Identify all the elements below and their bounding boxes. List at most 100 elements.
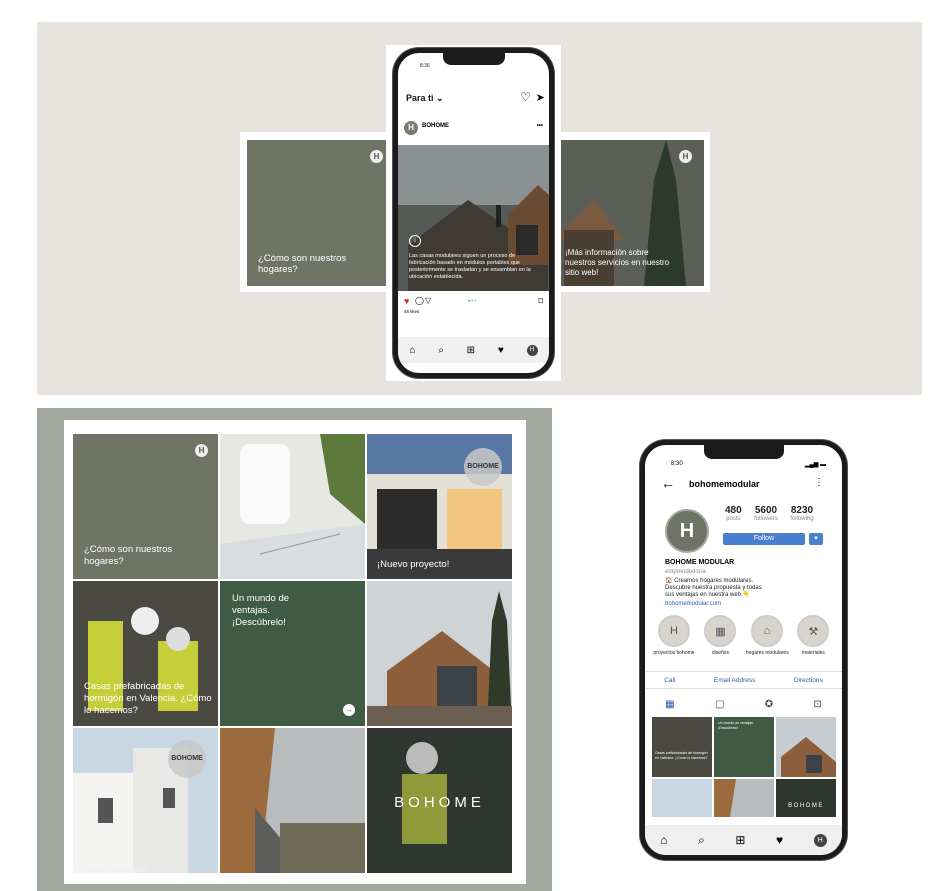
mini-tile[interactable]: Casas prefabricadas de hormigón en Valen… (652, 717, 712, 777)
status-time: 8:36 (420, 63, 430, 69)
status-time: 8:30 (671, 461, 683, 467)
add-post-icon[interactable]: ⊞ (467, 345, 475, 356)
profile-tabs: ▦ ▢ ✪ ⊡ (645, 695, 842, 713)
call-button[interactable]: Call (664, 677, 675, 684)
bottom-nav-bar: ⌂ ⌕ ⊞ ♥ H (645, 825, 842, 855)
highlight-proyectos[interactable]: Hproyectos bohome (653, 615, 695, 656)
more-options-icon[interactable]: ⋮ (814, 477, 824, 488)
bohome-badge: BOHOME (168, 740, 206, 778)
slide-left-text: ¿Cómo son nuestros hogares? (258, 253, 347, 275)
back-arrow-icon[interactable]: ← (661, 475, 675, 491)
chevron-down-icon[interactable]: ▾ (809, 533, 823, 545)
stat-following[interactable]: 8230 following (790, 505, 813, 522)
bohome-logo-icon: H (370, 150, 383, 163)
directions-button[interactable]: Directions (794, 677, 823, 684)
heart-filled-icon[interactable]: ♥ (404, 296, 409, 306)
profile-category: emprendedor/a (665, 569, 706, 575)
comment-icon[interactable]: ◯ (415, 296, 424, 305)
profile-bio: 🏠 Creamos hogares modulares. Descubre nue… (665, 578, 762, 598)
slide-center-text: Las casas modulares siguen un proceso de… (409, 253, 531, 280)
mini-tile[interactable]: BOHOME (776, 779, 836, 817)
tagged-icon[interactable]: ⊡ (813, 699, 821, 710)
download-icon[interactable]: ↓ (409, 235, 421, 247)
follow-button[interactable]: Follow (723, 533, 805, 545)
search-icon[interactable]: ⌕ (438, 345, 444, 356)
grid-tile-text: Un mundo de ventajas. ¡Descúbrelo! (232, 593, 290, 628)
activity-heart-icon[interactable]: ♥ (498, 345, 504, 356)
home-icon[interactable]: ⌂ (660, 833, 667, 847)
profile-avatar-icon[interactable]: H (526, 344, 538, 356)
add-post-icon[interactable]: ⊞ (735, 833, 745, 847)
grid-tile[interactable] (220, 434, 365, 579)
phone-feed-mockup: 8:36 Para ti ⌄ ♡ ➤ H BOHOME ••• ↓ Las ca… (393, 48, 554, 378)
highlight-disenos[interactable]: ▦ diseños (699, 615, 741, 656)
mini-tile[interactable]: Un mundo de ventajas. ¡Descúbrelo! (714, 717, 774, 777)
bottom-nav-bar: ⌂ ⌕ ⊞ ♥ H (398, 337, 549, 363)
contact-buttons: Call Email Address Directions (645, 671, 842, 689)
activity-heart-icon[interactable]: ♥ (776, 833, 783, 847)
home-icon[interactable]: ⌂ (409, 345, 415, 356)
likes-count: 46 likes (404, 309, 420, 314)
bohome-logo-icon: H (658, 615, 690, 647)
bookmark-icon[interactable]: ⌑ (538, 296, 543, 307)
grid-tile[interactable] (367, 581, 512, 726)
avatar[interactable]: H (404, 121, 418, 135)
search-icon[interactable]: ⌕ (698, 833, 705, 848)
grid-tile-text: ¿Cómo son nuestros hogares? (84, 544, 173, 567)
mini-tile[interactable] (652, 779, 712, 817)
profile-username: bohomemodular (689, 479, 760, 489)
stat-posts[interactable]: 480 posts (725, 505, 742, 522)
grid-tile[interactable]: H ¿Cómo son nuestros hogares? (73, 434, 218, 579)
feed-grid: H ¿Cómo son nuestros hogares? BOHOME ¡Nu… (64, 420, 526, 884)
post-account-name[interactable]: BOHOME (422, 123, 449, 129)
grid-tile[interactable]: BOHOME ¡Nuevo proyecto! (367, 434, 512, 579)
chevron-down-icon: ⌄ (436, 93, 444, 103)
post-image[interactable]: ↓ Las casas modulares siguen un proceso … (398, 145, 549, 291)
igtv-icon[interactable]: ▢ (715, 699, 724, 710)
arrow-right-icon[interactable]: → (343, 704, 355, 716)
house-icon: ⌂ (750, 615, 783, 647)
highlight-materiales[interactable]: ⚒ materiales (792, 615, 834, 656)
guides-icon[interactable]: ✪ (765, 699, 773, 710)
highlight-hogares[interactable]: ⌂ hogares modulares (746, 615, 789, 656)
grid-tile[interactable]: BOHOME ¡Nuevo proyecto! (73, 728, 218, 873)
signal-battery-icon: ▂▄▆ ▬ (804, 462, 826, 468)
grid-tile[interactable]: Casas prefabricadas de hormigón en Valen… (73, 581, 218, 726)
grid-tile[interactable]: Un mundo de ventajas. ¡Descúbrelo! → (220, 581, 365, 726)
heart-outline-icon[interactable]: ♡ (520, 90, 531, 104)
profile-stats: 480 posts 5600 followers 8230 following (725, 505, 822, 525)
profile-avatar[interactable]: H (665, 509, 709, 553)
send-icon[interactable]: ➤ (536, 91, 545, 104)
story-highlights: Hproyectos bohome ▦ diseños ⌂ hogares modu… (653, 615, 834, 659)
stat-followers[interactable]: 5600 followers (754, 505, 778, 522)
phone-profile-mockup: 8:30 ▂▄▆ ▬ ← bohomemodular ⋮ H 480 posts … (640, 440, 847, 860)
more-options-icon[interactable]: ••• (537, 123, 543, 129)
phone-notch (703, 445, 784, 459)
bohome-badge: BOHOME (464, 448, 502, 486)
bohome-logo-icon: H (195, 444, 208, 457)
phone-notch (442, 53, 505, 65)
carousel-slide-right: H ¡Más información sobre nuestros servic… (554, 140, 704, 286)
grid-view-icon[interactable]: ▦ (665, 699, 674, 710)
profile-post-grid: Casas prefabricadas de hormigón en Valen… (645, 717, 842, 817)
grid-tile-text: ¡Nuevo proyecto! (75, 864, 148, 873)
mini-tile[interactable] (714, 779, 774, 817)
email-button[interactable]: Email Address (714, 677, 756, 684)
share-icon[interactable]: ▽ (425, 296, 431, 305)
grid-tile-text: Casas prefabricadas de hormigón en Valen… (84, 681, 212, 716)
mini-tile[interactable] (776, 717, 836, 777)
bohome-wordmark: BOHOME (394, 794, 485, 811)
grid-tile-text: ¡Nuevo proyecto! (377, 559, 450, 570)
grid-tile[interactable]: BOHOME (367, 728, 512, 873)
feed-header-label[interactable]: Para ti ⌄ (406, 93, 444, 104)
profile-display-name: BOHOME MODULAR (665, 559, 735, 566)
grid-tile[interactable] (220, 728, 365, 873)
bohome-logo-icon: H (679, 150, 692, 163)
carousel-dots: ••• (468, 299, 478, 305)
materials-icon: ⚒ (797, 615, 830, 647)
slide-right-text: ¡Más información sobre nuestros servicio… (565, 248, 670, 277)
carousel-slide-left: H ¿Cómo son nuestros hogares? (247, 140, 397, 286)
profile-link[interactable]: bohomemodular.com (665, 601, 721, 607)
blueprint-icon: ▦ (704, 615, 737, 647)
profile-avatar-icon[interactable]: H (813, 833, 827, 847)
